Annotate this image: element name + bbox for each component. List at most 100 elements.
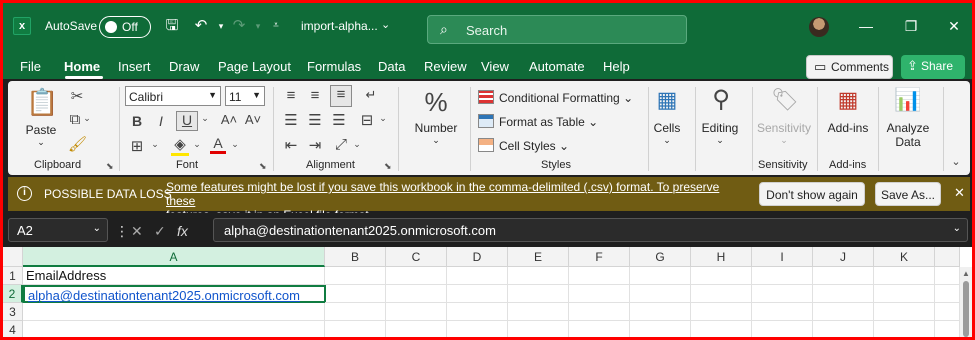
empty-cell[interactable]: [813, 321, 874, 337]
tab-draw[interactable]: Draw: [169, 59, 199, 74]
vertical-scrollbar[interactable]: ▲: [960, 267, 972, 337]
empty-cell[interactable]: [23, 303, 325, 321]
column-header[interactable]: G: [630, 247, 691, 267]
top-align-icon[interactable]: ≡: [282, 87, 300, 104]
empty-cell[interactable]: [691, 303, 752, 321]
bold-icon[interactable]: B: [129, 113, 145, 129]
column-header[interactable]: A: [23, 247, 325, 267]
cells-icon[interactable]: ▦: [655, 87, 679, 113]
wrap-text-icon[interactable]: ↵: [360, 87, 382, 103]
analyze-data-icon[interactable]: 📊: [894, 87, 922, 113]
document-title[interactable]: import-alpha...: [301, 19, 378, 33]
undo-icon[interactable]: ↶: [190, 15, 212, 37]
close-icon[interactable]: ✕: [943, 15, 965, 37]
column-header[interactable]: D: [447, 247, 508, 267]
font-launcher-icon[interactable]: ⬊: [259, 161, 267, 172]
format-painter-icon[interactable]: 🖌: [68, 135, 87, 153]
empty-cell[interactable]: [386, 267, 447, 285]
font-name-select[interactable]: Calibri ▼: [125, 86, 221, 106]
empty-cell[interactable]: [691, 285, 752, 303]
percent-icon[interactable]: %: [421, 87, 451, 118]
search-box[interactable]: ⌕ Search: [427, 15, 687, 44]
empty-cell[interactable]: [874, 267, 935, 285]
cells-dropdown-icon[interactable]: ⌄: [660, 135, 674, 146]
column-header[interactable]: K: [874, 247, 935, 267]
cell-a2[interactable]: alpha@destinationtenant2025.onmicrosoft.…: [23, 285, 326, 303]
analyze-label-line1[interactable]: Analyze: [882, 121, 934, 135]
align-right-icon[interactable]: ☰: [330, 111, 348, 129]
tab-insert[interactable]: Insert: [118, 59, 151, 74]
editing-dropdown-icon[interactable]: ⌄: [713, 135, 727, 146]
empty-cell[interactable]: [569, 321, 630, 337]
save-as-button[interactable]: Save As...: [875, 182, 941, 206]
column-header[interactable]: J: [813, 247, 874, 267]
underline-dropdown-icon[interactable]: ⌄: [200, 113, 210, 124]
italic-icon[interactable]: I: [153, 113, 169, 129]
editing-button[interactable]: Editing: [698, 121, 742, 135]
name-box[interactable]: A2 ⌄: [8, 218, 108, 242]
empty-cell[interactable]: [325, 267, 386, 285]
select-all-corner[interactable]: [3, 247, 23, 267]
cell-styles-button[interactable]: Cell Styles ⌄: [478, 138, 569, 153]
increase-font-icon[interactable]: A˄: [220, 112, 238, 127]
decrease-font-icon[interactable]: A˅: [244, 112, 262, 127]
empty-cell[interactable]: [813, 267, 874, 285]
scroll-up-icon[interactable]: ▲: [962, 269, 970, 278]
expand-formula-icon[interactable]: ⌄: [953, 223, 961, 234]
middle-align-icon[interactable]: ≡: [306, 87, 324, 104]
comments-button[interactable]: ▭ Comments: [806, 55, 893, 79]
empty-cell[interactable]: [630, 267, 691, 285]
minimize-icon[interactable]: —: [855, 15, 877, 37]
add-ins-button[interactable]: Add-ins: [822, 121, 874, 135]
empty-cell[interactable]: [874, 321, 935, 337]
empty-cell[interactable]: [691, 267, 752, 285]
clipboard-launcher-icon[interactable]: ⬊: [106, 161, 114, 172]
empty-cell[interactable]: [447, 303, 508, 321]
empty-cell[interactable]: [23, 321, 325, 337]
empty-cell[interactable]: [630, 285, 691, 303]
tab-file[interactable]: File: [20, 59, 41, 74]
cell-a1[interactable]: EmailAddress: [23, 267, 325, 285]
save-icon[interactable]: 🖫: [161, 15, 183, 37]
dont-show-again-button[interactable]: Don't show again: [759, 182, 865, 206]
tab-page-layout[interactable]: Page Layout: [218, 59, 291, 74]
scroll-thumb[interactable]: [963, 281, 969, 337]
copy-dropdown-icon[interactable]: ⌄: [82, 113, 92, 124]
empty-cell[interactable]: [325, 285, 386, 303]
empty-cell[interactable]: [508, 303, 569, 321]
column-header[interactable]: C: [386, 247, 447, 267]
empty-cell[interactable]: [935, 321, 960, 337]
empty-cell[interactable]: [508, 321, 569, 337]
number-button[interactable]: Number: [410, 121, 462, 135]
more-options-icon[interactable]: ⋮: [115, 223, 129, 240]
column-header[interactable]: F: [569, 247, 630, 267]
tab-automate[interactable]: Automate: [529, 59, 585, 74]
orientation-dropdown-icon[interactable]: ⌄: [352, 139, 362, 150]
font-color-icon[interactable]: A: [210, 135, 226, 154]
decrease-indent-icon[interactable]: ⇤: [282, 136, 300, 154]
conditional-formatting-button[interactable]: Conditional Formatting ⌄: [478, 90, 633, 105]
tab-data[interactable]: Data: [378, 59, 405, 74]
empty-cell[interactable]: [569, 285, 630, 303]
empty-cell[interactable]: [630, 303, 691, 321]
analyze-label-line2[interactable]: Data: [882, 135, 934, 149]
cells-button[interactable]: Cells: [649, 121, 685, 135]
tab-help[interactable]: Help: [603, 59, 630, 74]
tab-home[interactable]: Home: [64, 59, 100, 74]
font-size-select[interactable]: 11 ▼: [225, 86, 265, 106]
tab-view[interactable]: View: [481, 59, 509, 74]
number-dropdown-icon[interactable]: ⌄: [429, 135, 443, 146]
empty-cell[interactable]: [752, 321, 813, 337]
paste-button[interactable]: Paste: [24, 123, 58, 137]
empty-cell[interactable]: [569, 303, 630, 321]
orientation-icon[interactable]: ⤢: [332, 136, 350, 153]
empty-cell[interactable]: [447, 267, 508, 285]
empty-cell[interactable]: [508, 267, 569, 285]
fill-color-dropdown-icon[interactable]: ⌄: [192, 139, 202, 150]
empty-cell[interactable]: [325, 303, 386, 321]
row-header[interactable]: 2: [3, 285, 23, 303]
close-icon[interactable]: ✕: [954, 185, 965, 201]
empty-cell[interactable]: [630, 321, 691, 337]
empty-cell[interactable]: [752, 303, 813, 321]
align-center-icon[interactable]: ☰: [306, 111, 324, 129]
